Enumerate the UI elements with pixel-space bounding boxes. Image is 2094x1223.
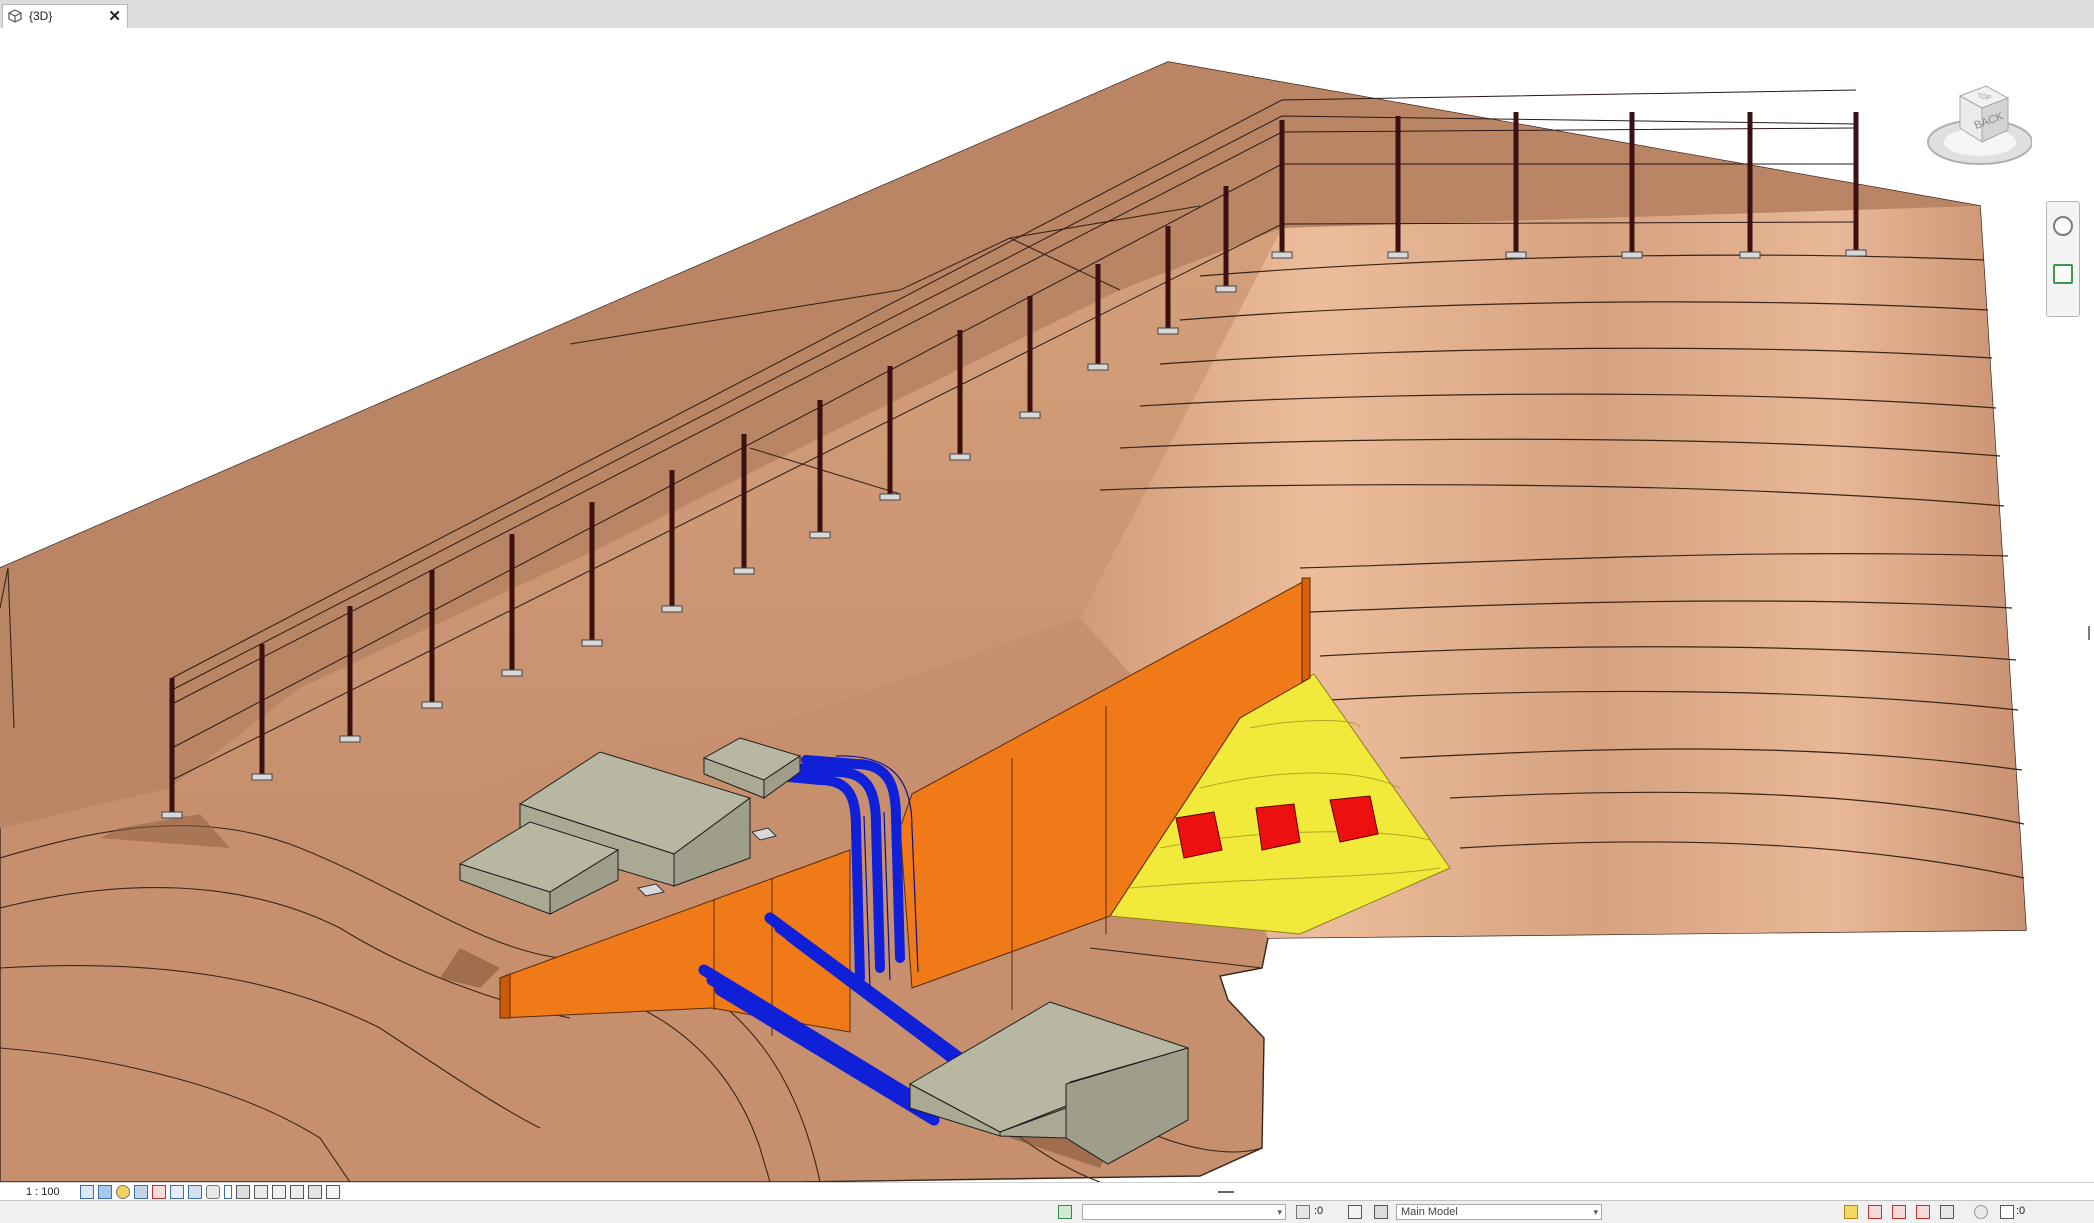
background-processes-icon[interactable] <box>1974 1205 1988 1219</box>
fence-post-footing <box>1019 411 1041 419</box>
filter-icon[interactable] <box>2000 1205 2014 1219</box>
select-pinned-icon[interactable] <box>1892 1205 1906 1219</box>
fence-post-footing <box>1157 327 1179 335</box>
highlight-displacement-icon[interactable] <box>254 1185 268 1199</box>
fence-post-footing <box>339 735 361 743</box>
constraints-icon[interactable] <box>272 1185 286 1199</box>
zoom-icon[interactable] <box>2053 264 2073 284</box>
fence-post-footing <box>251 773 273 781</box>
editable-only-icon[interactable] <box>1296 1205 1310 1219</box>
fence-post-footing <box>1087 363 1109 371</box>
3d-model-viewport[interactable]: BACK TOP <box>0 28 2094 1182</box>
fence-post-footing <box>879 493 901 501</box>
steering-wheel-icon[interactable] <box>2053 216 2073 236</box>
temporary-hide-icon[interactable] <box>188 1185 202 1199</box>
select-by-face-icon[interactable] <box>1916 1205 1930 1219</box>
fence-post-footing <box>421 701 443 709</box>
show-crop-icon[interactable] <box>170 1185 184 1199</box>
fence-post-footing <box>1621 251 1643 259</box>
view-control-icons <box>80 1185 340 1199</box>
fence-post-footing <box>1505 251 1527 259</box>
exclude-options-icon[interactable] <box>1374 1205 1388 1219</box>
viewport-resize-handle[interactable] <box>2088 626 2090 640</box>
shadows-icon[interactable] <box>134 1185 148 1199</box>
application-status-bar: ▾ :0 Main Model ▾ :0 <box>0 1200 2094 1223</box>
selection-count: :0 <box>1314 1205 1324 1217</box>
design-options-icon[interactable] <box>1348 1205 1362 1219</box>
detail-level-icon[interactable] <box>80 1185 94 1199</box>
fence-post-footing <box>161 811 183 819</box>
worksharing-display-icon[interactable] <box>326 1185 340 1199</box>
analysis-display-icon[interactable] <box>236 1185 250 1199</box>
drain-outlet-1 <box>1175 811 1223 859</box>
navigation-bar-icon[interactable] <box>2046 201 2080 317</box>
close-icon[interactable]: ✕ <box>108 7 121 25</box>
reveal-constraints-icon[interactable] <box>290 1185 304 1199</box>
tab-label: {3D} <box>29 9 53 23</box>
crop-view-icon[interactable] <box>152 1185 166 1199</box>
chevron-down-icon: ▾ <box>1593 1207 1598 1217</box>
fence-post-footing <box>1845 249 1867 257</box>
3d-view-icon <box>8 9 22 23</box>
fence-post-footing <box>1215 285 1237 293</box>
design-option-value: Main Model <box>1401 1206 1458 1218</box>
fence-post-footing <box>733 567 755 575</box>
select-underlay-icon[interactable] <box>1868 1205 1882 1219</box>
fence-post-footing <box>1387 251 1409 259</box>
lock-3d-icon[interactable] <box>224 1185 232 1199</box>
fence-post-footing <box>581 639 603 647</box>
fence-post-footing <box>661 605 683 613</box>
site-model-canvas <box>0 61 2027 1182</box>
reveal-hidden-icon[interactable] <box>206 1185 220 1199</box>
view-scale[interactable]: 1 : 100 <box>26 1186 60 1198</box>
view-control-bar: 1 : 100 <box>0 1182 2094 1201</box>
drag-elements-icon[interactable] <box>1940 1205 1954 1219</box>
workset-combo[interactable]: ▾ <box>1082 1204 1286 1220</box>
visual-style-icon[interactable] <box>98 1185 112 1199</box>
chevron-down-icon: ▾ <box>1277 1207 1282 1217</box>
fence-post-footing <box>949 453 971 461</box>
select-links-icon[interactable] <box>1844 1205 1858 1219</box>
splitter-grip[interactable] <box>1218 1191 1234 1193</box>
fence-post-footing <box>501 669 523 677</box>
sun-path-icon[interactable] <box>116 1185 130 1199</box>
workset-icon[interactable] <box>1058 1205 1072 1219</box>
view-tab-bar: {3D} ✕ <box>0 0 2094 29</box>
temporary-view-icon[interactable] <box>308 1185 322 1199</box>
viewcube-icon[interactable]: BACK TOP <box>1920 80 2032 180</box>
drain-outlet-2 <box>1255 803 1301 851</box>
fence-post-footing <box>1271 251 1293 259</box>
tab-3d-view[interactable]: {3D} ✕ <box>2 4 128 28</box>
fence-post-footing <box>1739 251 1761 259</box>
fence-post-footing <box>809 531 831 539</box>
filter-count: :0 <box>2016 1205 2026 1217</box>
design-option-combo[interactable]: Main Model ▾ <box>1396 1204 1602 1220</box>
